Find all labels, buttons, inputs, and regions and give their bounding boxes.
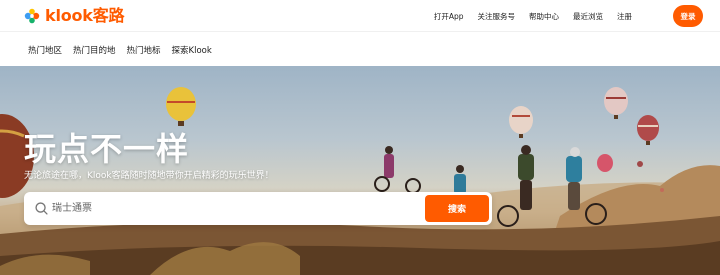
open-app-link[interactable]: 打开App [434, 11, 464, 22]
search-icon [35, 202, 48, 215]
nav-popular-regions[interactable]: 热门地区 [28, 44, 62, 56]
follow-account-link[interactable]: 关注服务号 [478, 11, 516, 22]
hero-title: 玩点不一样 [24, 130, 190, 168]
nav-popular-destinations[interactable]: 热门目的地 [73, 44, 116, 56]
search-box: 搜索 [24, 192, 492, 225]
top-header: klook客路 打开App 关注服务号 帮助中心 最近浏览 注册 登录 [0, 0, 720, 32]
nav-popular-landmarks[interactable]: 热门地标 [127, 44, 161, 56]
hero-banner: 玩点不一样 无论旅途在哪，Klook客路随时随地带你开启精彩的玩乐世界！ 搜索 [0, 66, 720, 275]
secondary-nav: 热门地区 热门目的地 热门地标 探索Klook [0, 33, 720, 66]
search-button[interactable]: 搜索 [425, 195, 489, 222]
klook-logo-icon [24, 8, 40, 24]
top-nav: 打开App 关注服务号 帮助中心 最近浏览 注册 [420, 0, 632, 32]
register-link[interactable]: 注册 [617, 11, 632, 22]
search-input[interactable] [52, 192, 442, 225]
nav-explore-klook[interactable]: 探索Klook [172, 44, 212, 56]
login-button[interactable]: 登录 [673, 5, 703, 27]
help-center-link[interactable]: 帮助中心 [529, 11, 559, 22]
hero-subtitle: 无论旅途在哪，Klook客路随时随地带你开启精彩的玩乐世界！ [24, 171, 274, 181]
klook-logo[interactable]: klook客路 [22, 6, 125, 26]
brand-name: klook客路 [45, 6, 125, 25]
recently-viewed-link[interactable]: 最近浏览 [573, 11, 603, 22]
